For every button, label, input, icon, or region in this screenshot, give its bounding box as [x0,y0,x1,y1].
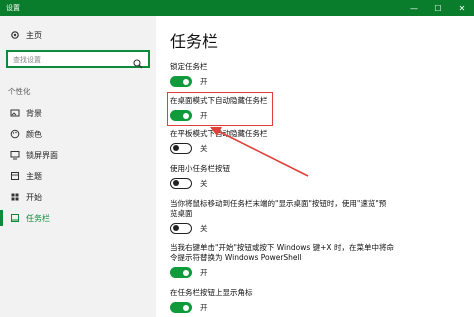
annotation-highlight-box [167,92,273,126]
sidebar: 主页 查找设置 个性化 背景 颜色 锁屏界面 主题 开始 任务栏 [0,16,156,317]
setting-powershell: 当我右键单击"开始"按钮或按下 Windows 键+X 时，在菜单中将命 令提示… [170,243,470,278]
peek-toggle[interactable] [170,223,192,234]
sidebar-item-background[interactable]: 背景 [0,103,156,123]
toggle-state: 关 [200,144,208,153]
sidebar-item-label: 主页 [26,30,42,40]
close-button[interactable]: ✕ [450,0,474,16]
sidebar-item-taskbar[interactable]: 任务栏 [0,208,156,228]
palette-icon [8,127,22,141]
window-title: 设置 [6,4,20,12]
setting-badges: 在任务栏按钮上显示角标 开 [170,288,253,313]
toggle-state: 开 [200,268,208,277]
main-content: 任务栏 锁定任务栏 开 在桌面模式下自动隐藏任务栏 开 在平板模式下自动隐藏任务… [156,16,474,317]
setting-lock-taskbar: 锁定任务栏 开 [170,62,208,87]
autohide-tablet-toggle[interactable] [170,143,192,154]
theme-icon [8,169,22,183]
setting-peek: 当你将鼠标移动到任务栏末端的"显示桌面"按钮时，使用"速览"预 览桌面 关 [170,199,470,234]
taskbar-icon [8,211,22,225]
sidebar-item-colors[interactable]: 颜色 [0,124,156,144]
search-placeholder: 查找设置 [13,56,41,64]
setting-label-line1: 当你将鼠标移动到任务栏末端的"显示桌面"按钮时，使用"速览"预 [170,199,387,208]
sidebar-item-lockscreen[interactable]: 锁屏界面 [0,145,156,165]
setting-label-line2: 览桌面 [170,209,193,218]
sidebar-item-home[interactable]: 主页 [8,28,42,42]
sidebar-item-start[interactable]: 开始 [0,187,156,207]
setting-small-buttons: 使用小任务栏按钮 关 [170,164,230,189]
sidebar-item-label: 主题 [26,171,42,181]
toggle-state: 关 [200,224,208,233]
title-bar: 设置 — ☐ ✕ [0,0,474,16]
monitor-icon [8,148,22,162]
setting-label: 在平板模式下自动隐藏任务栏 [170,129,268,138]
sidebar-item-label: 开始 [26,192,42,202]
gear-icon [8,28,22,42]
badges-toggle[interactable] [170,302,192,313]
page-title: 任务栏 [170,32,219,51]
lock-taskbar-toggle[interactable] [170,76,192,87]
setting-label: 使用小任务栏按钮 [170,164,230,173]
powershell-toggle[interactable] [170,267,192,278]
sidebar-item-label: 颜色 [26,129,42,139]
sidebar-item-label: 锁屏界面 [26,150,58,160]
setting-label: 锁定任务栏 [170,62,208,71]
small-buttons-toggle[interactable] [170,178,192,189]
sidebar-item-themes[interactable]: 主题 [0,166,156,186]
maximize-button[interactable]: ☐ [426,0,450,16]
search-icon[interactable] [133,54,143,69]
sidebar-item-label: 背景 [26,108,42,118]
search-input[interactable]: 查找设置 [6,50,150,69]
toggle-state: 开 [200,303,208,312]
start-icon [8,190,22,204]
minimize-button[interactable]: — [402,0,426,16]
setting-label: 在任务栏按钮上显示角标 [170,288,253,297]
toggle-state: 关 [200,179,208,188]
setting-label-line2: 令提示符替换为 Windows PowerShell [170,253,302,262]
sidebar-item-label: 任务栏 [26,213,50,223]
toggle-state: 开 [200,77,208,86]
setting-label-line1: 当我右键单击"开始"按钮或按下 Windows 键+X 时，在菜单中将命 [170,243,394,252]
setting-autohide-tablet: 在平板模式下自动隐藏任务栏 关 [170,129,268,154]
section-heading: 个性化 [8,87,31,96]
image-icon [8,106,22,120]
